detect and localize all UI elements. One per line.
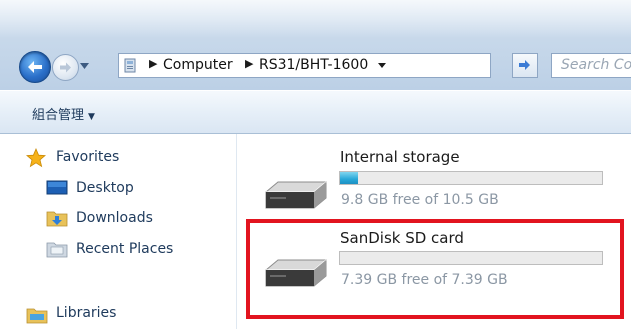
computer-location-icon [124,58,136,73]
command-bar: 組合管理 ▼ [0,90,631,134]
forward-button[interactable] [52,54,79,81]
recent-places-icon [46,242,68,258]
refresh-icon [519,60,530,70]
back-button[interactable] [19,51,51,83]
downloads-folder-icon [46,211,68,227]
breadcrumb-device[interactable]: RS31/BHT-1600 [259,57,368,73]
libraries-icon [26,308,48,324]
search-input[interactable]: Search Co [551,53,631,78]
breadcrumb-separator-icon[interactable]: ▶ [245,57,253,70]
address-dropdown-icon[interactable] [376,53,396,78]
highlight-annotation [246,219,624,319]
pane-divider[interactable] [236,134,237,329]
drive-usage-bar [339,171,603,185]
star-icon [26,148,46,168]
back-arrow-icon [28,61,42,73]
forward-arrow-icon [60,62,71,73]
organize-label: 組合管理 [32,108,85,123]
drive-free-space: 9.8 GB free of 10.5 GB [341,192,499,208]
breadcrumb-computer[interactable]: Computer [163,57,233,73]
chevron-down-icon: ▼ [88,112,95,122]
breadcrumb-separator-icon[interactable]: ▶ [149,57,157,70]
nav-item-libraries[interactable]: Libraries [56,305,116,321]
nav-item-downloads[interactable]: Downloads [76,210,153,226]
nav-item-favorites[interactable]: Favorites [56,149,119,165]
address-bar[interactable]: ▶ Computer ▶ RS31/BHT-1600 [118,53,491,78]
drive-usage-fill [340,172,358,184]
desktop-icon [46,180,68,195]
organize-button[interactable]: 組合管理 ▼ [32,104,95,123]
search-placeholder: Search Co [561,57,631,73]
drive-name-internal-storage[interactable]: Internal storage [340,148,460,166]
chrome-gloss [0,0,631,38]
nav-item-recent-places[interactable]: Recent Places [76,241,173,257]
internal-storage-drive-icon [265,181,327,209]
recent-pages-dropdown-icon[interactable] [80,60,89,72]
refresh-button[interactable] [512,53,538,78]
nav-item-desktop[interactable]: Desktop [76,180,134,196]
